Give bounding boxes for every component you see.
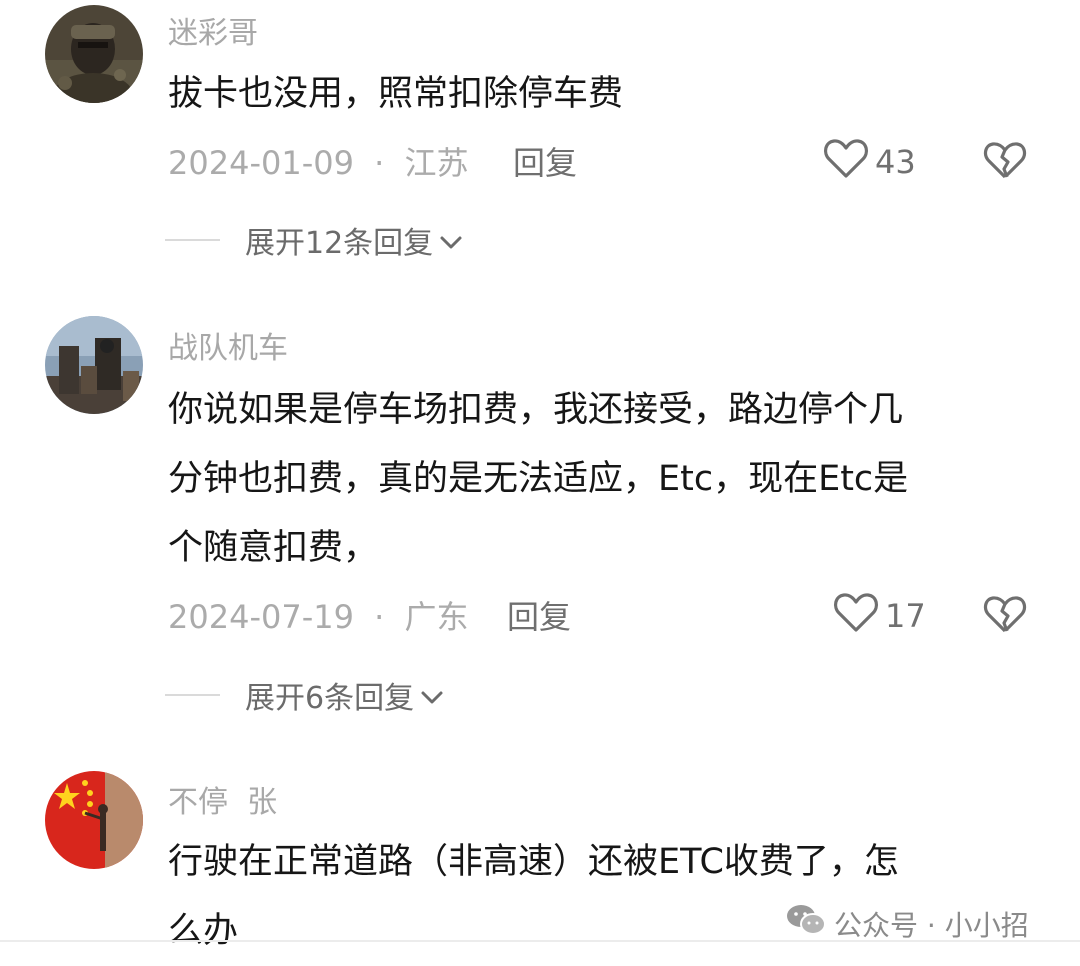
expand-divider — [165, 239, 220, 241]
chevron-down-icon — [439, 224, 463, 259]
expand-replies-label: 展开12条回复 — [245, 226, 434, 261]
like-count: 17 — [885, 597, 926, 635]
comment-meta: 2024-01-09 · 江苏 — [168, 138, 469, 184]
watermark: 公众号 · 小小招 — [786, 903, 1029, 944]
comment-text: 行驶在正常道路（非高速）还被ETC收费了，怎 么办 — [168, 842, 899, 951]
comment-date: 2024-01-09 — [168, 144, 354, 182]
dislike-button[interactable] — [983, 139, 1027, 185]
broken-heart-icon — [983, 142, 1027, 185]
chevron-down-icon — [420, 679, 444, 714]
comment-text: 拔卡也没用，照常扣除停车费 — [168, 74, 624, 114]
username[interactable]: 不停 张 — [168, 777, 277, 821]
expand-replies-button[interactable]: 展开6条回复 — [165, 673, 444, 717]
comment-meta: 2024-07-19 · 广东 — [168, 592, 469, 638]
reply-button[interactable]: 回复 — [513, 138, 577, 184]
reply-button[interactable]: 回复 — [507, 592, 571, 638]
like-button[interactable]: 17 — [833, 590, 926, 642]
username[interactable]: 迷彩哥 — [168, 8, 258, 52]
meta-separator: · — [374, 598, 385, 636]
meta-separator: · — [374, 144, 385, 182]
comment-location: 江苏 — [404, 144, 469, 182]
wechat-icon — [786, 903, 826, 944]
avatar[interactable] — [45, 771, 143, 869]
expand-replies-button[interactable]: 展开12条回复 — [165, 218, 463, 262]
like-button[interactable]: 43 — [823, 136, 916, 188]
watermark-text: 公众号 · 小小招 — [834, 908, 1029, 942]
comment-date: 2024-07-19 — [168, 598, 354, 636]
broken-heart-icon — [983, 596, 1027, 639]
heart-outline-icon — [823, 136, 869, 188]
avatar[interactable] — [45, 316, 143, 414]
heart-outline-icon — [833, 590, 879, 642]
like-count: 43 — [875, 143, 916, 181]
expand-divider — [165, 694, 220, 696]
comment-location: 广东 — [404, 598, 469, 636]
expand-replies-label: 展开6条回复 — [245, 681, 415, 716]
username[interactable]: 战队机车 — [168, 323, 288, 367]
comment-text: 你说如果是停车场扣费，我还接受，路边停个几 分钟也扣费，真的是无法适应，Etc，… — [168, 390, 909, 568]
dislike-button[interactable] — [983, 593, 1027, 639]
avatar[interactable] — [45, 5, 143, 103]
